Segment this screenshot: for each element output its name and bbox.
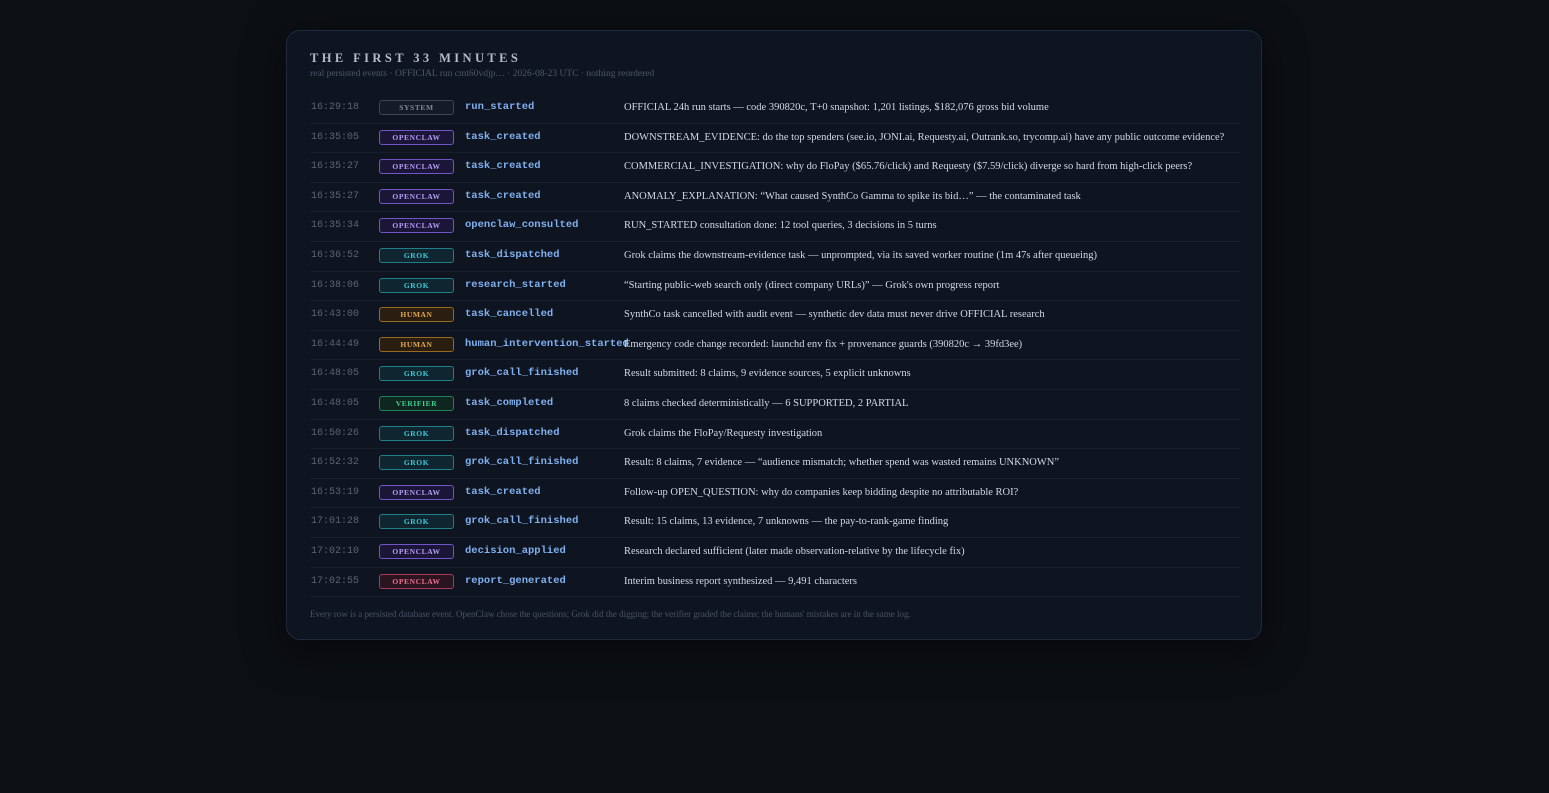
event-type: task_created: [465, 189, 541, 202]
event-time: 16:29:18: [311, 102, 360, 113]
actor-badge: OPENCLAW: [379, 129, 454, 145]
event-row: 16:53:19 OPENCLAW task_created Follow-up…: [310, 479, 1240, 509]
actor-badge: HUMAN: [379, 336, 454, 352]
event-description: Interim business report synthesized — 9,…: [624, 575, 857, 587]
event-time: 16:35:27: [311, 161, 360, 173]
actor-badge: VERIFIER: [379, 395, 454, 411]
event-description: Follow-up OPEN_QUESTION: why do companie…: [624, 486, 1019, 498]
event-description: Emergency code change recorded: launchd …: [624, 338, 1023, 350]
actor-badge: HUMAN: [379, 307, 454, 323]
event-row: 16:36:52 GROK task_dispatched Grok claim…: [310, 242, 1240, 272]
event-type: task_created: [465, 130, 541, 143]
event-type: report_generated: [465, 574, 566, 587]
event-time: 16:44:49: [311, 338, 360, 350]
event-table: 16:29:18 SYSTEM run_started OFFICIAL 24h…: [310, 94, 1240, 598]
actor-badge: OPENCLAW: [379, 573, 454, 589]
event-time: 16:36:52: [311, 249, 360, 261]
panel-subtitle: real persisted events · OFFICIAL run cmt…: [310, 69, 655, 79]
event-type: research_started: [465, 278, 566, 291]
event-row: 17:02:55 OPENCLAW report_generated Inter…: [310, 568, 1240, 598]
actor-badge: GROK: [379, 455, 454, 471]
event-type: run_started: [465, 101, 535, 113]
event-time: 17:02:55: [311, 575, 360, 587]
event-description: COMMERCIAL_INVESTIGATION: why do FloPay …: [624, 161, 1193, 173]
event-row: 17:02:10 OPENCLAW decision_applied Resea…: [310, 538, 1240, 568]
event-time: 17:02:10: [311, 545, 360, 557]
event-type: openclaw_consulted: [465, 219, 579, 232]
event-row: 16:48:05 GROK grok_call_finished Result …: [310, 360, 1240, 390]
event-description: SynthCo task cancelled with audit event …: [624, 309, 1045, 321]
event-time: 16:50:26: [311, 427, 360, 439]
event-type: grok_call_finished: [465, 367, 579, 380]
event-row: 16:35:27 OPENCLAW task_created COMMERCIA…: [310, 153, 1240, 183]
event-type: task_dispatched: [465, 248, 560, 261]
actor-badge: SYSTEM: [379, 100, 454, 115]
actor-badge: GROK: [379, 247, 454, 263]
event-time: 16:53:19: [311, 486, 360, 498]
event-type: task_completed: [465, 396, 554, 409]
event-type: grok_call_finished: [465, 456, 579, 469]
event-time: 16:38:06: [311, 279, 360, 291]
event-row: 17:01:28 GROK grok_call_finished Result:…: [310, 508, 1240, 538]
event-row: 16:29:18 SYSTEM run_started OFFICIAL 24h…: [310, 94, 1240, 124]
event-type: task_cancelled: [465, 308, 554, 321]
timeline-panel: THE FIRST 33 MINUTES real persisted even…: [286, 30, 1262, 640]
event-description: RUN_STARTED consultation done: 12 tool q…: [624, 220, 937, 232]
event-description: Result: 15 claims, 13 evidence, 7 unknow…: [624, 516, 949, 528]
event-row: 16:35:34 OPENCLAW openclaw_consulted RUN…: [310, 212, 1240, 242]
event-row: 16:48:05 VERIFIER task_completed 8 claim…: [310, 390, 1240, 420]
event-description: “Starting public-web search only (direct…: [624, 279, 1000, 291]
event-time: 16:35:34: [311, 220, 360, 232]
event-type: task_created: [465, 485, 541, 498]
event-row: 16:52:32 GROK grok_call_finished Result:…: [310, 449, 1240, 479]
event-description: Result: 8 claims, 7 evidence — “audience…: [624, 457, 1060, 469]
event-row: 16:43:00 HUMAN task_cancelled SynthCo ta…: [310, 301, 1240, 331]
actor-badge: OPENCLAW: [379, 484, 454, 500]
actor-badge: OPENCLAW: [379, 543, 454, 559]
event-row: 16:35:27 OPENCLAW task_created ANOMALY_E…: [310, 183, 1240, 213]
event-type: decision_applied: [465, 544, 566, 557]
event-description: OFFICIAL 24h run starts — code 390820c, …: [624, 102, 1049, 113]
event-description: Grok claims the downstream-evidence task…: [624, 249, 1097, 261]
event-time: 16:48:05: [311, 368, 360, 380]
event-row: 16:38:06 GROK research_started “Starting…: [310, 272, 1240, 302]
event-description: Research declared sufficient (later made…: [624, 545, 965, 557]
actor-badge: OPENCLAW: [379, 159, 454, 175]
event-time: 16:52:32: [311, 457, 360, 469]
actor-badge: OPENCLAW: [379, 188, 454, 204]
event-description: Grok claims the FloPay/Requesty investig…: [624, 427, 823, 439]
event-time: 16:35:05: [311, 131, 360, 143]
event-time: 16:35:27: [311, 190, 360, 202]
actor-badge: OPENCLAW: [379, 218, 454, 234]
event-time: 16:48:05: [311, 397, 360, 409]
event-description: ANOMALY_EXPLANATION: “What caused SynthC…: [624, 190, 1081, 202]
event-description: 8 claims checked deterministically — 6 S…: [624, 397, 909, 409]
actor-badge: GROK: [379, 514, 454, 530]
event-type: task_dispatched: [465, 426, 560, 439]
panel-title: THE FIRST 33 MINUTES: [310, 51, 522, 65]
event-description: DOWNSTREAM_EVIDENCE: do the top spenders…: [624, 131, 1225, 143]
event-type: grok_call_finished: [465, 515, 579, 528]
event-type: task_created: [465, 160, 541, 173]
actor-badge: GROK: [379, 425, 454, 441]
event-time: 17:01:28: [311, 516, 360, 528]
event-row: 16:50:26 GROK task_dispatched Grok claim…: [310, 420, 1240, 450]
actor-badge: GROK: [379, 366, 454, 382]
panel-footer: Every row is a persisted database event.…: [310, 609, 911, 619]
event-time: 16:43:00: [311, 309, 360, 321]
actor-badge: GROK: [379, 277, 454, 293]
event-row: 16:44:49 HUMAN human_intervention_starte…: [310, 331, 1240, 361]
event-row: 16:35:05 OPENCLAW task_created DOWNSTREA…: [310, 124, 1240, 154]
event-type: human_intervention_started: [465, 337, 629, 350]
event-description: Result submitted: 8 claims, 9 evidence s…: [624, 368, 911, 380]
